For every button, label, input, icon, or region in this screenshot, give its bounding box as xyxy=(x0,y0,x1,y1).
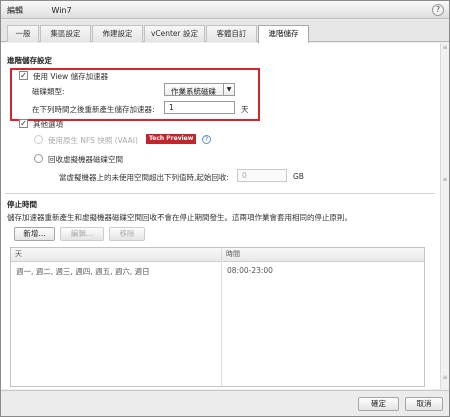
add-blackout-button[interactable]: 新增... xyxy=(14,227,55,241)
reclaim-threshold-unit: GB xyxy=(293,172,304,181)
disk-type-select[interactable]: 作業系統磁碟 ▼ xyxy=(164,83,235,96)
tab-advanced-storage[interactable]: 進階儲存 xyxy=(258,25,309,43)
tab-vcenter-settings[interactable]: vCenter 設定 xyxy=(144,25,205,42)
other-options-checkbox[interactable]: ✓ xyxy=(19,119,28,128)
dialog-footer: 確定 取消 xyxy=(1,390,449,416)
edit-pool-dialog: 編輯 Win7 ? 一般 集區設定 佈建設定 vCenter 設定 客體自訂 進… xyxy=(0,0,450,417)
tab-guest-customization[interactable]: 客體自訂 xyxy=(206,25,257,42)
regenerate-unit: 天 xyxy=(241,105,249,114)
tech-preview-badge: Tech Preview xyxy=(146,134,197,144)
vertical-scrollbar[interactable]: ≡ ≡ ≡ xyxy=(440,43,449,389)
column-separator xyxy=(221,248,222,386)
grip-icon: ≡ xyxy=(442,44,448,51)
advanced-storage-panel: 進階儲存設定 ✓ 使用 View 儲存加速器 磁碟類型: 作業系統磁碟 ▼ 在下… xyxy=(1,43,449,389)
blackout-heading: 停止時間 xyxy=(7,200,37,209)
grip-icon: ≡ xyxy=(442,374,448,381)
blackout-description: 儲存加速器重新產生和虛擬機器磁碟空間回收不會在停止期間發生。這兩項作業會套用相同… xyxy=(7,213,352,222)
column-header-time[interactable]: 時間 xyxy=(222,248,424,262)
other-options-label: 其他選項 xyxy=(33,120,63,129)
ok-button[interactable]: 確定 xyxy=(358,397,399,411)
reclaim-space-radio[interactable] xyxy=(34,154,43,163)
title-prefix: 編輯 xyxy=(7,6,23,15)
reclaim-space-label: 回收虛擬機器磁碟空間 xyxy=(48,155,123,164)
reclaim-threshold-label: 當虛擬機器上的未使用空間超出下列值時,起始回收: xyxy=(59,173,229,182)
regenerate-days-input[interactable]: 1 xyxy=(164,101,235,114)
section-divider xyxy=(5,193,435,194)
disk-type-label: 磁碟類型: xyxy=(32,87,65,96)
use-view-accelerator-checkbox[interactable]: ✓ xyxy=(19,71,28,80)
use-view-accelerator-label: 使用 View 儲存加速器 xyxy=(33,72,109,81)
native-nfs-label: 使用原生 NFS 快照 (VAAI) xyxy=(48,136,138,145)
disk-type-value: 作業系統磁碟 xyxy=(171,87,216,96)
cancel-button[interactable]: 取消 xyxy=(405,397,443,411)
row-time: 08:00-23:00 xyxy=(227,266,273,275)
row-days: 週一, 週二, 週三, 週四, 週五, 週六, 週日 xyxy=(16,267,150,276)
remove-blackout-button[interactable]: 移除 xyxy=(109,227,145,241)
help-button[interactable]: ? xyxy=(432,4,444,16)
edit-blackout-button[interactable]: 編輯... xyxy=(60,227,104,241)
info-icon[interactable]: ? xyxy=(202,135,211,144)
tab-bar: 一般 集區設定 佈建設定 vCenter 設定 客體自訂 進階儲存 xyxy=(1,20,449,43)
chevron-down-icon: ▼ xyxy=(223,84,234,95)
tab-provisioning-settings[interactable]: 佈建設定 xyxy=(92,25,143,42)
native-nfs-radio[interactable] xyxy=(34,135,43,144)
regenerate-label: 在下列時間之後重新產生儲存加速器: xyxy=(32,105,155,114)
pool-name: Win7 xyxy=(51,6,72,15)
grip-icon: ≡ xyxy=(442,176,448,183)
column-header-days[interactable]: 天 xyxy=(11,248,221,262)
advanced-storage-heading: 進階儲存設定 xyxy=(7,56,52,65)
title-bar[interactable]: 編輯 Win7 ? xyxy=(1,1,449,19)
blackout-table: 天 時間 週一, 週二, 週三, 週四, 週五, 週六, 週日 08:00-23… xyxy=(10,247,425,387)
reclaim-threshold-input[interactable]: 0 xyxy=(237,169,287,182)
tab-general[interactable]: 一般 xyxy=(7,25,39,42)
dialog-title: 編輯 Win7 xyxy=(7,5,72,16)
tab-pool-settings[interactable]: 集區設定 xyxy=(40,25,91,42)
